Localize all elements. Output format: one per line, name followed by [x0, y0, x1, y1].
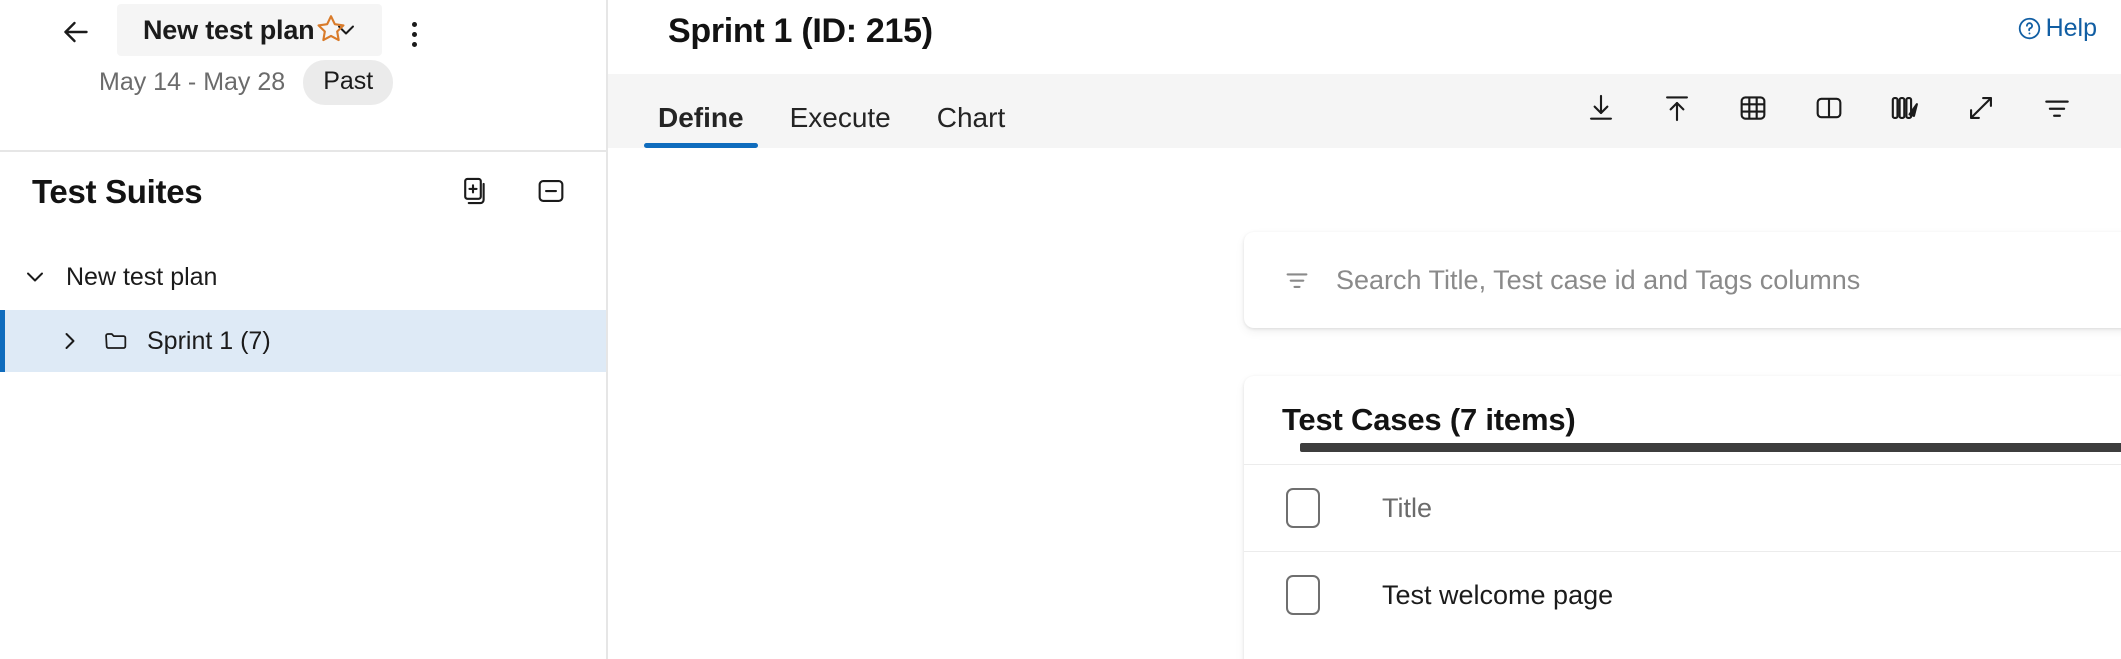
tab-execute[interactable]: Execute	[776, 102, 905, 148]
tab-define[interactable]: Define	[644, 102, 758, 148]
suite-tree: New test plan Sprint 1 (7)	[0, 248, 606, 372]
test-cases-card: Test Cases (7 items) New Test Case	[1244, 376, 2121, 659]
fullscreen-icon	[1964, 91, 1998, 125]
search-filter-bar: Assigned To State	[1244, 232, 2121, 328]
test-plan-page: New test plan May 14 - May 28 Past	[0, 0, 2121, 659]
arrow-left-icon	[58, 14, 94, 50]
favorite-button[interactable]	[308, 6, 354, 52]
chevron-down-icon[interactable]	[20, 262, 50, 292]
table-header-row: Title Order Test State	[1244, 465, 2121, 552]
star-icon	[314, 12, 348, 46]
fullscreen-button[interactable]	[1955, 84, 2007, 132]
select-all-checkbox[interactable]	[1286, 488, 1320, 528]
new-suite-button[interactable]	[450, 168, 496, 214]
help-label: Help	[2046, 14, 2097, 43]
collapse-all-icon	[534, 174, 568, 208]
panel-layout-icon	[1812, 91, 1846, 125]
tab-label: Execute	[790, 102, 891, 133]
search-input[interactable]	[1314, 264, 2121, 297]
tree-item-label: New test plan	[66, 263, 217, 292]
upload-icon	[1660, 91, 1694, 125]
tab-chart[interactable]: Chart	[923, 102, 1019, 148]
test-plan-name: New test plan	[143, 15, 314, 46]
table-row[interactable]: Test welcome page 3 127 Design	[1244, 552, 2121, 639]
grid-icon	[1736, 91, 1770, 125]
tab-strip: Define Execute Chart	[608, 74, 2121, 148]
test-suites-title: Test Suites	[32, 173, 202, 211]
page-title-bar: Sprint 1 (ID: 215) Help	[608, 0, 2121, 74]
filter-button[interactable]	[2031, 84, 2083, 132]
test-cases-header: Test Cases (7 items) New Test Case	[1244, 376, 2121, 464]
cell-title: Test welcome page	[1382, 552, 1942, 639]
export-button[interactable]	[1575, 84, 1627, 132]
pane-layout-button[interactable]	[1803, 84, 1855, 132]
help-link[interactable]: Help	[2016, 14, 2097, 43]
status-badge: Past	[303, 60, 393, 105]
filter-icon	[2040, 91, 2074, 125]
plan-meta: May 14 - May 28 Past	[0, 60, 393, 105]
import-button[interactable]	[1651, 84, 1703, 132]
row-checkbox[interactable]	[1286, 575, 1320, 615]
plan-header: New test plan May 14 - May 28 Past	[0, 0, 606, 152]
column-options-icon	[1888, 91, 1922, 125]
row-select-cell	[1244, 552, 1382, 639]
download-icon	[1584, 91, 1618, 125]
new-suite-icon	[456, 174, 490, 208]
tree-item-label: Sprint 1 (7)	[147, 327, 271, 356]
kebab-dot	[412, 42, 417, 47]
test-cases-title: Test Cases (7 items)	[1282, 402, 1576, 438]
help-circle-icon	[2016, 15, 2043, 42]
test-suites-header: Test Suites	[0, 152, 606, 232]
select-all-header	[1244, 465, 1382, 552]
collapse-all-button[interactable]	[528, 168, 574, 214]
folder-icon	[101, 326, 131, 356]
right-pane: Sprint 1 (ID: 215) Help Define Execute C…	[608, 0, 2121, 659]
column-options-button[interactable]	[1879, 84, 1931, 132]
column-header-title[interactable]: Title	[1382, 465, 1942, 552]
grid-toolbar	[1575, 84, 2083, 132]
split-button-underline	[1300, 443, 2121, 452]
tab-label: Define	[658, 102, 744, 133]
filter-icon	[1280, 265, 1314, 295]
tree-item-sprint-1[interactable]: Sprint 1 (7)	[0, 310, 606, 372]
page-title: Sprint 1 (ID: 215)	[668, 12, 933, 51]
grid-view-button[interactable]	[1727, 84, 1779, 132]
plan-date-range: May 14 - May 28	[99, 68, 285, 97]
column-header-order[interactable]: Order	[1942, 465, 2121, 552]
tree-item-new-test-plan[interactable]: New test plan	[0, 248, 606, 306]
back-arrow-button[interactable]	[52, 8, 100, 56]
cell-order: 3	[1942, 552, 2121, 639]
test-cases-table: Title Order Test State Test welcome page…	[1244, 464, 2121, 638]
more-options-button[interactable]	[396, 14, 432, 54]
kebab-dot	[412, 32, 417, 37]
kebab-dot	[412, 22, 417, 27]
test-suites-actions	[450, 168, 574, 214]
left-pane: New test plan May 14 - May 28 Past	[0, 0, 608, 659]
tab-label: Chart	[937, 102, 1005, 133]
chevron-right-icon[interactable]	[55, 326, 85, 356]
